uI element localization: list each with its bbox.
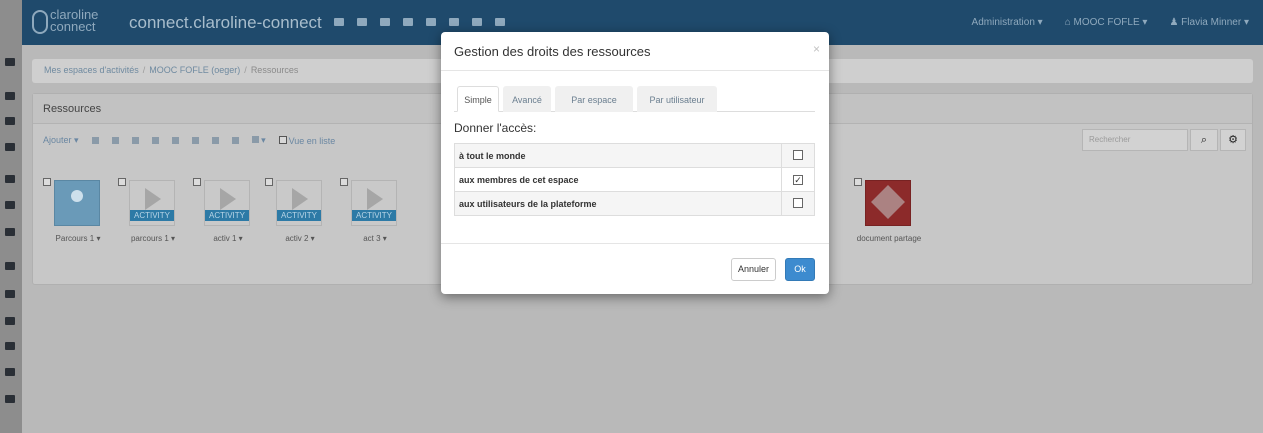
logo-icon [32,10,48,34]
cut-icon[interactable] [91,137,99,144]
nav-right-menus: Administration ▾ ⌂ MOOC FOFLE ▾ ♟ Flavia… [972,17,1249,28]
settings-button[interactable]: ⚙ [1220,129,1246,151]
search-input[interactable]: Rechercher [1082,129,1188,151]
document-thumbnail[interactable] [865,180,911,226]
close-icon[interactable]: × [813,42,820,56]
modal-footer: Annuler Ok [441,243,829,294]
sidebar-icon[interactable] [5,143,15,151]
give-access-label: Donner l'accès: [454,121,537,135]
play-icon [220,188,236,210]
workspace-title[interactable]: connect.claroline-connect [129,13,322,33]
resource-label[interactable]: Parcours 1 ▾ [43,234,113,243]
user-menu[interactable]: ♟ Flavia Minner ▾ [1169,17,1249,28]
resource-toolbar: Ajouter ▾ ▾ Vue en liste [43,135,335,146]
sidebar-icon[interactable] [5,290,15,298]
sidebar-icon[interactable] [5,395,15,403]
nav-icon-bar [334,18,505,26]
rights-modal: Gestion des droits des ressources × Simp… [441,32,829,294]
sidebar-icon[interactable] [5,201,15,209]
notifications-icon[interactable] [495,18,505,26]
sidebar-icon[interactable] [5,58,15,66]
add-button[interactable]: Ajouter ▾ [43,135,79,146]
sidebar-icon[interactable] [5,262,15,270]
tab-advanced[interactable]: Avancé [503,86,551,112]
forward-icon[interactable] [231,137,239,144]
sidebar-icon[interactable] [5,175,15,183]
modal-title: Gestion des droits des ressources [441,32,829,71]
sidebar-icon[interactable] [5,117,15,125]
download-icon[interactable] [191,137,199,144]
resource-label[interactable]: activ 2 ▾ [265,234,335,243]
resource-label[interactable]: activ 1 ▾ [193,234,263,243]
pin-icon[interactable] [472,18,482,26]
calendar-icon[interactable] [380,18,390,26]
breadcrumb-current: Ressources [250,65,299,75]
play-icon [367,188,383,210]
sidebar-icon[interactable] [5,342,15,350]
home-icon[interactable] [334,18,344,26]
folder-icon[interactable] [151,137,159,144]
resource-label[interactable]: document partage [854,234,924,243]
resource-label[interactable]: act 3 ▾ [340,234,410,243]
table-row: aux utilisateurs de la plateforme [454,191,815,216]
administration-menu[interactable]: Administration ▾ [972,17,1043,28]
zoom-dropdown[interactable]: ▾ [251,135,266,146]
copy-icon[interactable] [111,137,119,144]
everyone-checkbox[interactable] [793,149,803,160]
activity-thumbnail[interactable]: ACTIVITY [351,180,397,226]
breadcrumb-home[interactable]: Mes espaces d'activités [44,65,139,75]
zoom-icon [251,136,259,143]
play-icon [145,188,161,210]
ok-button[interactable]: Ok [785,258,815,281]
sidebar-icon[interactable] [5,228,15,236]
tools-icon[interactable] [426,18,436,26]
resource-checkbox[interactable] [265,178,273,186]
activity-thumbnail[interactable]: ACTIVITY [129,180,175,226]
stats-icon[interactable] [449,18,459,26]
permission-label: aux membres de cet espace [454,167,782,192]
tab-simple[interactable]: Simple [457,86,499,112]
messages-icon[interactable] [403,18,413,26]
back-icon[interactable] [211,137,219,144]
paste-icon[interactable] [131,137,139,144]
cancel-button[interactable]: Annuler [730,258,776,281]
rights-tabs: Simple Avancé Par espace Par utilisateur [454,86,815,112]
table-row: à tout le monde [454,143,815,168]
resource-label[interactable]: parcours 1 ▾ [118,234,188,243]
sidebar-icon[interactable] [5,368,15,376]
list-view-checkbox[interactable] [278,135,287,144]
play-icon [292,188,308,210]
left-sidebar [0,0,22,433]
list-view-toggle[interactable]: Vue en liste [278,135,335,146]
permission-label: aux utilisateurs de la plateforme [454,191,782,216]
members-checkbox[interactable]: ✓ [793,174,803,185]
resource-checkbox[interactable] [340,178,348,186]
sidebar-icon[interactable] [5,317,15,325]
tab-by-user[interactable]: Par utilisateur [637,86,717,112]
search-icon: ⌕ [1200,134,1208,146]
breadcrumb-workspace[interactable]: MOOC FOFLE (oeger) [149,65,240,75]
resource-checkbox[interactable] [43,178,51,186]
activity-thumbnail[interactable]: ACTIVITY [204,180,250,226]
sidebar-icon[interactable] [5,92,15,100]
platform-users-checkbox[interactable] [793,197,803,208]
permissions-table: à tout le monde aux membres de cet espac… [454,143,815,216]
resource-checkbox[interactable] [854,178,862,186]
search-button[interactable]: ⌕ [1190,129,1218,151]
delete-icon[interactable] [171,137,179,144]
resource-checkbox[interactable] [118,178,126,186]
path-thumbnail[interactable] [54,180,100,226]
tab-by-workspace[interactable]: Par espace [555,86,633,112]
permission-label: à tout le monde [454,143,782,168]
gear-icon: ⚙ [1228,134,1238,146]
desktop-icon[interactable] [357,18,367,26]
activity-thumbnail[interactable]: ACTIVITY [276,180,322,226]
resource-checkbox[interactable] [193,178,201,186]
workspace-menu[interactable]: ⌂ MOOC FOFLE ▾ [1065,17,1148,28]
table-row: aux membres de cet espace ✓ [454,167,815,192]
